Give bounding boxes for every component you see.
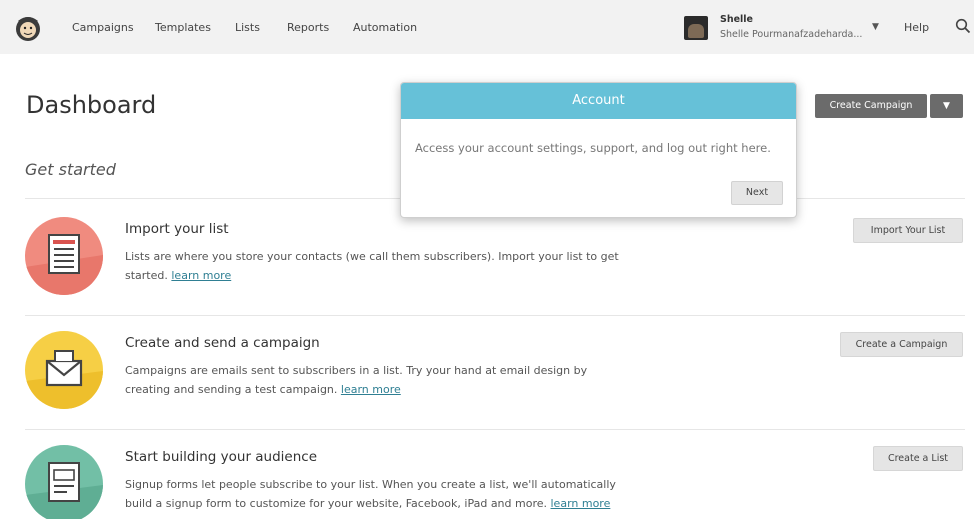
create-a-list-button[interactable]: Create a List — [873, 446, 963, 471]
chevron-down-icon: ▼ — [943, 101, 950, 111]
section-heading: Get started — [25, 160, 116, 179]
learn-more-link[interactable]: learn more — [341, 383, 401, 396]
avatar[interactable] — [684, 16, 708, 40]
next-button[interactable]: Next — [731, 181, 783, 205]
task-desc-text: Signup forms let people subscribe to you… — [125, 478, 616, 510]
help-link[interactable]: Help — [904, 21, 929, 34]
popover-title: Account — [401, 83, 796, 119]
top-navigation: Campaigns Templates Lists Reports Automa… — [0, 0, 974, 54]
divider — [25, 315, 965, 316]
task-title-import: Import your list — [125, 221, 229, 237]
nav-lists[interactable]: Lists — [235, 21, 260, 34]
create-a-campaign-button[interactable]: Create a Campaign — [840, 332, 963, 357]
divider — [25, 429, 965, 430]
import-list-button[interactable]: Import Your List — [853, 218, 963, 243]
user-name[interactable]: Shelle — [720, 14, 753, 25]
nav-campaigns[interactable]: Campaigns — [72, 21, 134, 34]
task-desc-audience: Signup forms let people subscribe to you… — [125, 475, 625, 513]
task-desc-import: Lists are where you store your contacts … — [125, 247, 625, 285]
chevron-down-icon[interactable]: ▼ — [872, 22, 879, 32]
learn-more-link[interactable]: learn more — [171, 269, 231, 282]
mailchimp-logo[interactable] — [14, 14, 42, 42]
task-title-audience: Start building your audience — [125, 449, 318, 465]
list-illustration — [25, 217, 103, 295]
nav-templates[interactable]: Templates — [155, 21, 211, 34]
popover-body: Access your account settings, support, a… — [415, 141, 771, 155]
nav-automation[interactable]: Automation — [353, 21, 417, 34]
list-icon — [25, 234, 103, 295]
search-icon[interactable] — [955, 18, 971, 34]
envelope-icon — [25, 350, 103, 409]
create-campaign-button[interactable]: Create Campaign — [815, 94, 927, 118]
create-campaign-dropdown[interactable]: ▼ — [930, 94, 963, 118]
user-full-name[interactable]: Shelle Pourmanafzadeharda... — [720, 29, 862, 40]
audience-illustration — [25, 445, 103, 519]
form-icon — [25, 462, 103, 519]
task-title-campaign: Create and send a campaign — [125, 335, 320, 351]
campaign-illustration — [25, 331, 103, 409]
account-tour-popover: Account Access your account settings, su… — [400, 82, 797, 218]
page-title: Dashboard — [26, 91, 157, 119]
learn-more-link[interactable]: learn more — [551, 497, 611, 510]
task-desc-campaign: Campaigns are emails sent to subscribers… — [125, 361, 595, 399]
nav-reports[interactable]: Reports — [287, 21, 329, 34]
